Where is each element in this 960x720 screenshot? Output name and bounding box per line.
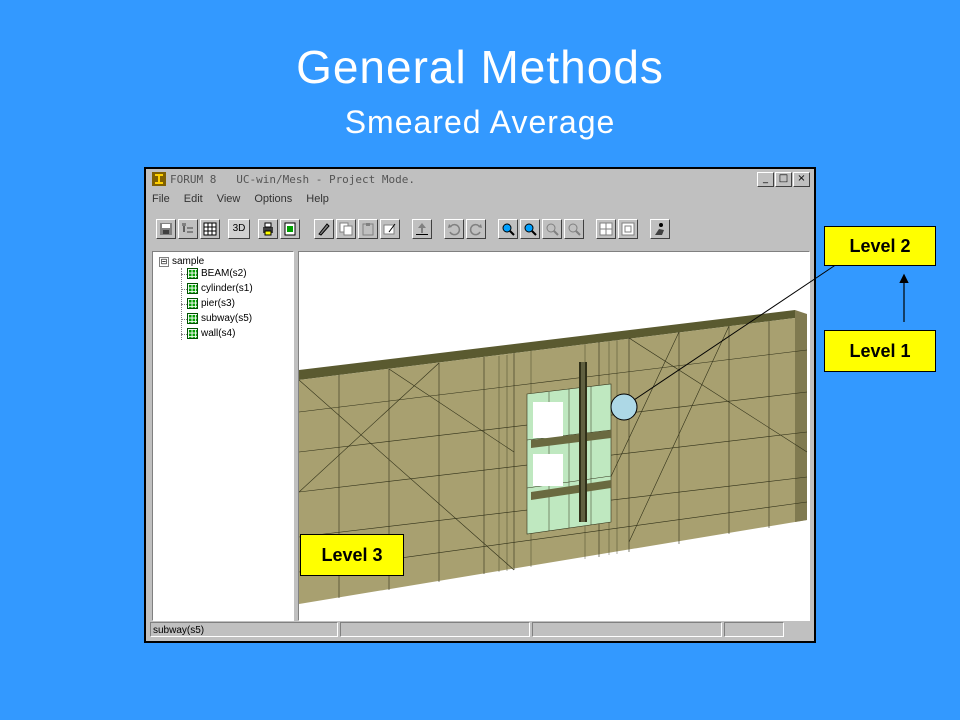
grid-icon [599, 222, 613, 236]
frame-icon [621, 222, 635, 236]
tree-item-label: BEAM(s2) [201, 268, 247, 279]
menu-bar: File Edit View Options Help [152, 193, 329, 205]
zoom-fit-button[interactable] [564, 219, 584, 239]
app-icon [152, 172, 166, 186]
redo-button[interactable] [466, 219, 486, 239]
tree-item-cylinder[interactable]: cylinder(s1) [181, 283, 253, 294]
export-button[interactable] [412, 219, 432, 239]
tree-item-subway[interactable]: subway(s5) [180, 313, 253, 324]
menu-options[interactable]: Options [254, 193, 292, 205]
collapse-icon[interactable]: ⊟ [159, 256, 169, 267]
tree-icon [182, 223, 193, 233]
mesh-icon [187, 328, 198, 339]
table-button[interactable] [200, 219, 220, 239]
print-icon [263, 222, 273, 236]
minimize-button[interactable]: _ [757, 172, 774, 187]
report-button[interactable] [280, 219, 300, 239]
window-titlebar[interactable]: FORUM 8 UC-win/Mesh - Project Mode. _ □ … [148, 171, 812, 187]
mesh-icon [187, 268, 198, 279]
tool-d-button[interactable] [380, 219, 400, 239]
tool-c-button[interactable] [358, 219, 378, 239]
status-selected: subway(s5) [150, 622, 338, 637]
status-panel-4 [724, 622, 784, 637]
zoom-out-button[interactable] [520, 219, 540, 239]
report-icon [284, 222, 296, 236]
tool-b-button[interactable] [336, 219, 356, 239]
save-icon [160, 223, 172, 235]
menu-view[interactable]: View [217, 193, 241, 205]
grid-view-button[interactable] [596, 219, 616, 239]
slide-subtitle: Smeared Average [344, 104, 616, 140]
zoom-out-icon [524, 223, 537, 236]
tree-item-label: wall(s4) [201, 328, 236, 339]
mesh-icon [187, 283, 198, 294]
3d-view-button[interactable]: 3D [228, 219, 250, 239]
save-button[interactable] [156, 219, 176, 239]
project-tree: ⊟ sample BEAM(s2) cylinder(s1) pier(s3) … [152, 251, 294, 621]
status-bar: subway(s5) [150, 622, 810, 639]
paste-icon [362, 223, 374, 236]
tree-item-pier[interactable]: pier(s3) [181, 298, 235, 309]
tree-root[interactable]: ⊟ sample [159, 256, 204, 267]
undo-button[interactable] [444, 219, 464, 239]
analysis-button[interactable] [650, 219, 670, 239]
status-panel-2 [340, 622, 530, 637]
level1-callout: Level 1 [824, 330, 936, 372]
level3-callout: Level 3 [300, 534, 404, 576]
upload-icon [416, 223, 428, 235]
tree-root-label: sample [172, 256, 205, 267]
tree-item-wall[interactable]: wall(s4) [180, 328, 236, 339]
zoom-in-icon [502, 223, 515, 236]
zoom-fit-icon [568, 223, 581, 236]
frame-view-button[interactable] [618, 219, 638, 239]
tree-item-label: subway(s5) [201, 313, 253, 324]
tree-item-label: pier(s3) [201, 298, 235, 309]
table-icon [203, 222, 217, 236]
redo-icon [469, 223, 482, 236]
undo-icon [448, 223, 461, 236]
menu-edit[interactable]: Edit [184, 193, 203, 205]
zoom-window-icon [546, 223, 559, 236]
window-title: FORUM 8 UC-win/Mesh - Project Mode. [170, 172, 416, 186]
mesh-icon [187, 313, 198, 324]
level2-callout: Level 2 [824, 226, 936, 266]
close-button[interactable]: × [793, 172, 810, 187]
slide-title: General Methods [296, 41, 664, 93]
worker-icon [655, 223, 664, 235]
tree-item-beam[interactable]: BEAM(s2) [181, 268, 247, 279]
tool-a-button[interactable] [314, 219, 334, 239]
zoom-window-button[interactable] [542, 219, 562, 239]
menu-help[interactable]: Help [306, 193, 329, 205]
menu-file[interactable]: File [152, 193, 170, 205]
status-panel-3 [532, 622, 722, 637]
toolbar: 3D [156, 219, 804, 245]
edit-icon [383, 223, 396, 235]
tree-item-label: cylinder(s1) [201, 283, 253, 294]
app-window: FORUM 8 UC-win/Mesh - Project Mode. _ □ … [144, 167, 816, 643]
zoom-in-button[interactable] [498, 219, 518, 239]
maximize-button[interactable]: □ [775, 172, 792, 187]
pen-icon [318, 223, 330, 236]
print-button[interactable] [258, 219, 278, 239]
copy-icon [339, 222, 353, 236]
tree-view-button[interactable] [178, 219, 198, 239]
window-body: FORUM 8 UC-win/Mesh - Project Mode. _ □ … [146, 169, 814, 641]
mesh-icon [187, 298, 198, 309]
